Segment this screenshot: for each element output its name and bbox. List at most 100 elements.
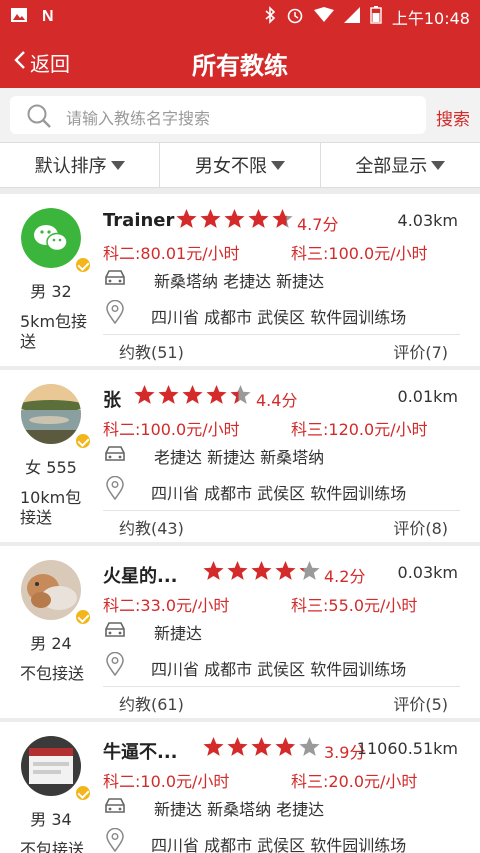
star-icon [299, 736, 320, 756]
subject3-price: 科三:100.0元/小时 [291, 244, 428, 263]
verified-badge-icon [74, 784, 92, 802]
app-n-icon: N [40, 7, 58, 27]
coach-name: Trainer [103, 210, 175, 231]
bookings-link[interactable]: 约教(51) [119, 339, 184, 363]
verified-badge-icon [74, 256, 92, 274]
address: 四川省 成都市 武侯区 软件园训练场 [151, 836, 407, 853]
star-icon [272, 208, 293, 228]
gender-age: 男 32 [30, 282, 72, 301]
dropdown-arrow-icon [431, 160, 446, 170]
verified-badge-icon [74, 608, 92, 626]
coach-name: 张 [103, 390, 121, 411]
distance: 11060.51km [356, 739, 458, 758]
coach-card[interactable]: 男 34 不包接送 牛逼不... 3.9分 11060.51km 科二:10.0… [0, 722, 480, 853]
dropdown-arrow-icon [110, 160, 125, 170]
avatar [21, 560, 81, 620]
coach-name: 火星的... [103, 566, 178, 587]
location-pin-icon [106, 652, 124, 676]
gender-age: 男 24 [30, 634, 72, 653]
star-rating [133, 384, 252, 407]
gender-age: 男 34 [30, 810, 72, 829]
star-icon [299, 560, 320, 580]
filter-bar: 默认排序 男女不限 全部显示 [0, 142, 480, 188]
wifi-icon [313, 6, 334, 27]
pickup-info: 10km包接送 [20, 488, 82, 527]
wechat-icon [21, 208, 81, 268]
rating-text: 4.4分 [256, 391, 298, 410]
gender-filter[interactable]: 男女不限 [160, 143, 321, 187]
car-models: 新桑塔纳 老捷达 新捷达 [154, 272, 325, 291]
search-placeholder: 请输入教练名字搜索 [66, 109, 211, 128]
car-icon [105, 270, 125, 285]
star-icon [251, 560, 272, 580]
svg-text:N: N [42, 8, 54, 23]
star-icon [248, 208, 269, 228]
rating-text: 4.2分 [324, 567, 366, 586]
search-bar: 请输入教练名字搜索 搜索 [0, 88, 480, 142]
search-button[interactable]: 搜索 [436, 105, 470, 130]
search-input[interactable]: 请输入教练名字搜索 [10, 96, 426, 134]
display-filter[interactable]: 全部显示 [321, 143, 480, 187]
star-rating [175, 208, 294, 231]
clock-text: 上午10:48 [391, 8, 470, 28]
subject3-price: 科三:120.0元/小时 [291, 420, 428, 439]
status-bar: N 上午10:48 [0, 0, 480, 33]
location-pin-icon [106, 300, 124, 324]
sort-filter[interactable]: 默认排序 [0, 143, 161, 187]
star-rating [202, 560, 321, 583]
pickup-info: 不包接送 [20, 664, 85, 683]
page-title: 所有教练 [192, 52, 288, 80]
star-icon [200, 208, 221, 228]
pickup-info: 5km包接送 [20, 312, 88, 351]
address: 四川省 成都市 武侯区 软件园训练场 [151, 484, 407, 503]
divider [103, 686, 460, 687]
distance: 4.03km [397, 211, 458, 230]
bookings-link[interactable]: 约教(43) [119, 515, 184, 539]
car-icon [105, 798, 125, 813]
reviews-link[interactable]: 评价(5) [393, 691, 448, 715]
car-models: 新捷达 新桑塔纳 老捷达 [154, 800, 325, 819]
star-icon [203, 736, 224, 756]
reviews-link[interactable]: 评价(7) [393, 339, 448, 363]
display-filter-label: 全部显示 [355, 156, 428, 177]
gender-filter-label: 男女不限 [194, 156, 267, 177]
star-icon [251, 736, 272, 756]
dropdown-arrow-icon [270, 160, 285, 170]
signal-icon [343, 6, 360, 27]
star-icon [230, 384, 251, 404]
car-icon [105, 622, 125, 637]
subject2-price: 科二:10.0元/小时 [103, 772, 230, 791]
gender-age: 女 555 [25, 458, 77, 477]
star-icon [203, 560, 224, 580]
divider [103, 510, 460, 511]
coach-card[interactable]: 男 24 不包接送 火星的... 4.2分 0.03km 科二:33.0元/小时… [0, 546, 480, 718]
bluetooth-icon [264, 5, 276, 28]
subject2-price: 科二:33.0元/小时 [103, 596, 230, 615]
subject2-price: 科二:80.01元/小时 [103, 244, 240, 263]
star-icon [158, 384, 179, 404]
subject3-price: 科三:55.0元/小时 [291, 596, 418, 615]
star-icon [182, 384, 203, 404]
pickup-info: 不包接送 [20, 840, 85, 853]
sort-filter-label: 默认排序 [34, 156, 107, 177]
star-icon [275, 560, 296, 580]
star-icon [227, 736, 248, 756]
star-icon [227, 560, 248, 580]
location-pin-icon [106, 828, 124, 852]
distance: 0.03km [397, 563, 458, 582]
coach-card[interactable]: 女 555 10km包接送 张 4.4分 0.01km 科二:100.0元/小时… [0, 370, 480, 542]
star-icon [206, 384, 227, 404]
divider [103, 334, 460, 335]
alarm-icon [286, 6, 304, 28]
verified-badge-icon [74, 432, 92, 450]
gallery-icon [10, 7, 28, 27]
reviews-link[interactable]: 评价(8) [393, 515, 448, 539]
rating-text: 4.7分 [297, 215, 339, 234]
address: 四川省 成都市 武侯区 软件园训练场 [151, 660, 407, 679]
star-icon [134, 384, 155, 404]
coach-card[interactable]: 男 32 5km包接送 Trainer 4.7分 4.03km 科二:80.01… [0, 194, 480, 366]
bookings-link[interactable]: 约教(61) [119, 691, 184, 715]
car-models: 新捷达 [154, 624, 203, 643]
car-models: 老捷达 新捷达 新桑塔纳 [154, 448, 325, 467]
address: 四川省 成都市 武侯区 软件园训练场 [151, 308, 407, 327]
